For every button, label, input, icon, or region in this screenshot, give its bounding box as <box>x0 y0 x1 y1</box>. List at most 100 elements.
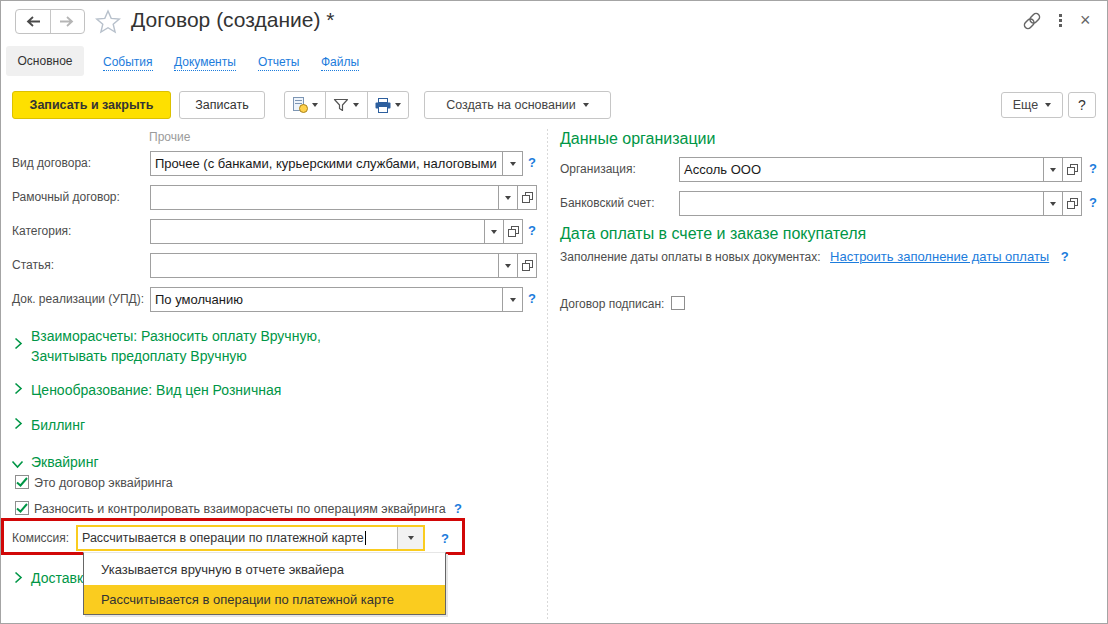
acquiring-contract-label: Это договор эквайринга <box>34 476 173 490</box>
window: Договор (создание) * × Основное События … <box>0 0 1108 624</box>
tab-otchety[interactable]: Отчеты <box>258 55 299 71</box>
commission-dropdown-button[interactable] <box>397 527 423 549</box>
org-value: Ассоль ООО <box>680 158 1043 181</box>
dok-realizacii-help-icon[interactable]: ? <box>528 291 536 306</box>
section-vzaimoraschety-chevron-icon <box>14 337 23 353</box>
nav-history-group <box>15 9 85 34</box>
dok-realizacii-value: По умолчанию <box>151 288 502 311</box>
statya-dropdown-button[interactable] <box>498 254 517 277</box>
forward-button[interactable] <box>50 10 84 33</box>
tab-osnovnoe[interactable]: Основное <box>6 46 84 76</box>
dropdown-item-manual[interactable]: Указывается вручную в отчете эквайера <box>84 553 445 585</box>
ramochny-open-button[interactable] <box>517 186 536 209</box>
section-billing[interactable]: Биллинг <box>31 417 85 433</box>
toolbar-icon-group <box>284 91 409 119</box>
tab-sobytiya[interactable]: События <box>103 55 153 71</box>
menu-dots-icon[interactable] <box>1059 14 1062 27</box>
ramochny-dogovor-field[interactable] <box>150 185 537 210</box>
tab-fayly[interactable]: Файлы <box>321 55 359 71</box>
kategoriya-dropdown-button[interactable] <box>484 220 503 243</box>
control-settlements-label: Разносить и контролировать взаиморасчеты… <box>34 502 446 516</box>
dok-realizacii-field[interactable]: По умолчанию <box>150 287 523 312</box>
print-button[interactable] <box>368 98 408 113</box>
payment-date-link[interactable]: Настроить заполнение даты оплаты <box>830 249 1049 264</box>
save-button[interactable]: Записать <box>179 91 265 119</box>
commission-combobox[interactable]: Рассчитывается в операции по платежной к… <box>76 525 425 551</box>
tab-dokumenty[interactable]: Документы <box>174 55 236 71</box>
checkmark-icon <box>16 503 28 514</box>
bank-dropdown-button[interactable] <box>1043 192 1062 215</box>
signed-checkbox[interactable] <box>671 296 685 310</box>
ramochny-dropdown-button[interactable] <box>498 186 517 209</box>
bank-open-button[interactable] <box>1062 192 1081 215</box>
statya-field[interactable] <box>150 253 537 278</box>
vid-dogovora-field[interactable]: Прочее (с банками, курьерскими службами,… <box>150 151 523 176</box>
dropdown-item-calculated[interactable]: Рассчитывается в операции по платежной к… <box>84 585 445 614</box>
vid-dogovora-value: Прочее (с банками, курьерскими службами,… <box>151 152 502 175</box>
close-icon[interactable]: × <box>1080 10 1091 31</box>
vid-dogovora-help-icon[interactable]: ? <box>528 155 536 170</box>
section-dostavka-chevron-icon <box>14 571 23 587</box>
tab-osnovnoe-label: Основное <box>18 54 73 68</box>
payment-date-row: Заполнение даты оплаты в новых документа… <box>560 249 1069 264</box>
section-cenoobrazovanie[interactable]: Ценообразование: Вид цен Розничная <box>31 382 281 398</box>
back-button[interactable] <box>16 10 50 33</box>
bank-help-icon[interactable]: ? <box>1089 195 1097 210</box>
commission-dropdown-popup: Указывается вручную в отчете эквайера Ра… <box>83 552 446 615</box>
bank-value <box>680 192 1043 215</box>
kategoriya-open-button[interactable] <box>503 220 522 243</box>
commission-label: Комиссия: <box>12 531 69 545</box>
bank-field[interactable] <box>679 191 1082 216</box>
arrow-right-icon <box>59 16 75 27</box>
chevron-down-icon <box>583 103 589 107</box>
org-data-header: Данные организации <box>560 130 715 148</box>
printer-icon <box>375 98 391 113</box>
create-based-on-label: Создать на основании <box>446 98 576 112</box>
create-based-on-button[interactable]: Создать на основании <box>424 91 611 119</box>
kategoriya-help-icon[interactable]: ? <box>528 223 536 238</box>
checkmark-icon <box>16 477 28 488</box>
column-divider <box>547 129 548 619</box>
payment-date-header: Дата оплаты в счете и заказе покупателя <box>560 225 866 243</box>
control-settlements-checkbox[interactable] <box>15 501 29 515</box>
org-field[interactable]: Ассоль ООО <box>679 157 1082 182</box>
more-button[interactable]: Еще <box>1001 92 1063 118</box>
section-ekvayring[interactable]: Эквайринг <box>31 454 99 470</box>
org-help-icon[interactable]: ? <box>1089 161 1097 176</box>
field-label-dok-realizacii: Док. реализации (УПД): <box>12 292 144 306</box>
commission-value: Рассчитывается в операции по платежной к… <box>78 527 397 549</box>
get-link-icon[interactable] <box>1022 12 1042 33</box>
post-document-button[interactable] <box>285 97 325 113</box>
control-settlements-help-icon[interactable]: ? <box>454 501 462 516</box>
bank-label: Банковский счет: <box>560 196 655 210</box>
filter-button[interactable] <box>326 98 366 112</box>
org-label: Организация: <box>560 162 636 176</box>
vid-dogovora-dropdown-button[interactable] <box>502 152 522 175</box>
help-button[interactable]: ? <box>1068 92 1096 118</box>
help-label: ? <box>1078 97 1086 113</box>
signed-label: Договор подписан: <box>560 297 664 311</box>
section-vzaimoraschety[interactable]: Взаиморасчеты: Разносить оплату Вручную,… <box>31 328 321 364</box>
favorite-star-icon[interactable] <box>95 9 121 37</box>
payment-date-text: Заполнение даты оплаты в новых документа… <box>560 250 821 264</box>
page-title: Договор (создание) * <box>131 8 334 32</box>
commission-help-icon[interactable]: ? <box>441 531 449 546</box>
payment-date-help-icon[interactable]: ? <box>1061 249 1069 264</box>
section-billing-chevron-icon <box>14 417 23 433</box>
statya-value <box>151 254 498 277</box>
kategoriya-value <box>151 220 484 243</box>
save-label: Записать <box>195 98 248 112</box>
statya-open-button[interactable] <box>517 254 536 277</box>
document-clock-icon <box>293 97 308 113</box>
acquiring-contract-checkbox[interactable] <box>15 475 29 489</box>
dok-realizacii-dropdown-button[interactable] <box>502 288 522 311</box>
kategoriya-field[interactable] <box>150 219 523 244</box>
section-vzaimoraschety-line2: Зачитывать предоплату Вручную <box>31 348 321 364</box>
save-and-close-button[interactable]: Записать и закрыть <box>12 91 171 119</box>
group-hint: Прочие <box>149 130 190 144</box>
filter-funnel-icon <box>333 98 349 112</box>
org-open-button[interactable] <box>1062 158 1081 181</box>
org-dropdown-button[interactable] <box>1043 158 1062 181</box>
arrow-left-icon <box>25 16 41 27</box>
section-ekvayring-chevron-icon <box>11 458 24 472</box>
